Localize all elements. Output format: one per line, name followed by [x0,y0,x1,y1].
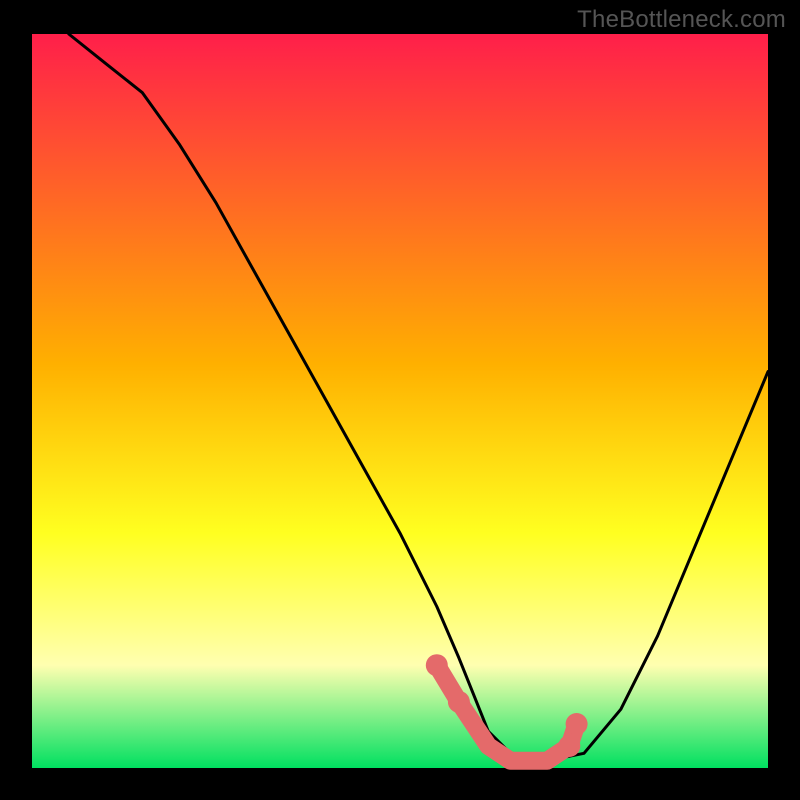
optimal-range-dot [426,654,448,676]
optimal-range-dot [566,713,588,735]
bottleneck-chart [0,0,800,800]
gradient-background [32,34,768,768]
chart-stage: TheBottleneck.com [0,0,800,800]
optimal-range-dot [448,691,470,713]
watermark-text: TheBottleneck.com [577,6,786,34]
optimal-range-dot [558,735,580,757]
